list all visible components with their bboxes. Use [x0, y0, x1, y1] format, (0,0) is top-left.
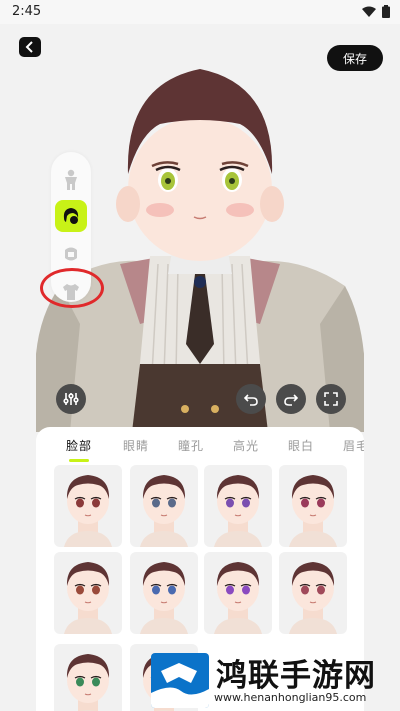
face-preset-item[interactable] [279, 465, 347, 547]
fullscreen-icon [324, 392, 338, 406]
face-preset-item[interactable] [54, 465, 122, 547]
tab-pupil[interactable]: 瞳孔 [178, 437, 204, 454]
face-preset-item[interactable] [204, 552, 272, 634]
tab-indicator [69, 459, 89, 462]
fullscreen-button[interactable] [316, 384, 346, 414]
face-preset-thumbnail [289, 475, 337, 547]
face-preset-thumbnail [140, 562, 188, 634]
watermark-title: 鸿联手游网 [216, 658, 376, 694]
tab-face[interactable]: 脸部 [66, 437, 92, 454]
battery-icon [382, 5, 390, 18]
face-preset-item[interactable] [130, 552, 198, 634]
face-preset-item[interactable] [204, 465, 272, 547]
status-bar: 2:45 [0, 0, 400, 24]
category-face[interactable] [55, 238, 87, 270]
tab-eyes[interactable]: 眼睛 [123, 437, 149, 454]
face-preset-thumbnail [64, 562, 112, 634]
face-preset-item[interactable] [54, 552, 122, 634]
wifi-icon [362, 6, 376, 17]
watermark-url: www.henanhonglian95.com [214, 691, 367, 704]
face-preset-item[interactable] [279, 552, 347, 634]
status-time: 2:45 [12, 4, 42, 19]
face-preset-thumbnail [64, 475, 112, 547]
face-preset-thumbnail [214, 562, 262, 634]
face-preset-item[interactable] [54, 644, 122, 711]
tab-eye-white[interactable]: 眼白 [288, 437, 314, 454]
person-icon [65, 169, 77, 190]
hair-icon [63, 208, 79, 224]
tab-bar: 脸部 眼睛 瞳孔 高光 眼白 眉毛 [36, 427, 364, 462]
status-icons [362, 5, 390, 18]
category-hair[interactable] [55, 200, 87, 232]
face-preset-thumbnail [214, 475, 262, 547]
save-button[interactable]: 保存 [327, 45, 383, 71]
face-preset-thumbnail [289, 562, 337, 634]
watermark: 鸿联手游网 www.henanhonglian95.com [148, 650, 400, 711]
highlight-circle [40, 268, 104, 308]
undo-button[interactable] [236, 384, 266, 414]
watermark-logo [151, 653, 209, 708]
face-preset-item[interactable] [130, 465, 198, 547]
face-icon [65, 247, 77, 261]
face-preset-thumbnail [140, 475, 188, 547]
chevron-left-icon [25, 41, 33, 53]
redo-icon [284, 394, 299, 406]
sliders-icon [63, 393, 79, 405]
category-body[interactable] [55, 164, 87, 196]
tab-eyebrow[interactable]: 眉毛 [343, 437, 364, 454]
undo-icon [243, 394, 258, 406]
face-preset-thumbnail [66, 654, 110, 711]
redo-button[interactable] [276, 384, 306, 414]
back-button[interactable] [19, 37, 41, 57]
adjust-button[interactable] [56, 384, 86, 414]
tab-highlight[interactable]: 高光 [233, 437, 259, 454]
